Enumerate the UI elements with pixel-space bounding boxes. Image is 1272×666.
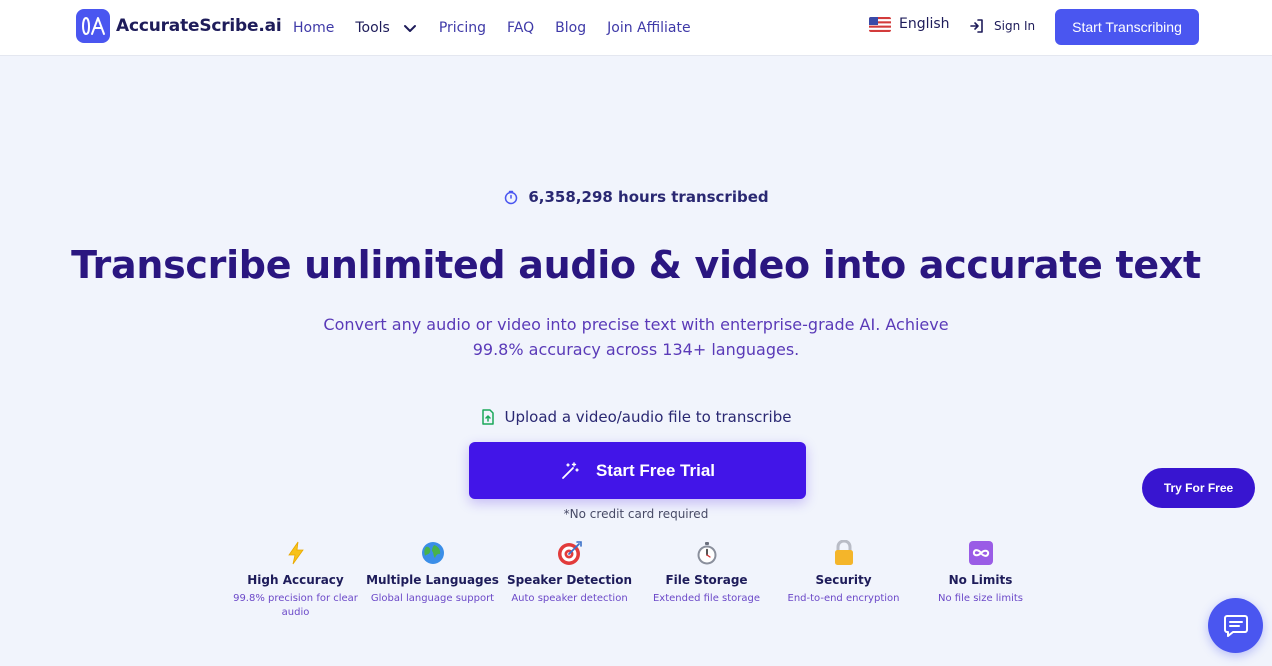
top-navbar: AccurateScribe.ai Home Tools Pricing FAQ… (0, 0, 1272, 56)
logo[interactable]: AccurateScribe.ai (76, 9, 282, 43)
nav-link-faq[interactable]: FAQ (507, 20, 534, 36)
feature-desc: No file size limits (938, 593, 1023, 604)
feature-high-accuracy: High Accuracy 99.8% precision for clear … (227, 540, 364, 620)
nav-link-tools-label: Tools (355, 20, 390, 36)
feature-title: File Storage (665, 573, 748, 587)
sign-in-label: Sign In (994, 19, 1036, 33)
logo-badge-icon (76, 9, 110, 43)
hours-transcribed-counter: 6,358,298 hours transcribed (0, 188, 1272, 206)
nav-link-affiliate[interactable]: Join Affiliate (607, 20, 690, 36)
feature-desc: End-to-end encryption (787, 593, 900, 604)
chevron-down-icon (403, 25, 416, 32)
language-label: English (899, 16, 950, 32)
start-free-trial-button[interactable]: Start Free Trial (469, 442, 806, 499)
start-free-trial-label: Start Free Trial (595, 460, 716, 480)
language-selector[interactable]: English (869, 16, 950, 32)
nav-link-tools[interactable]: Tools (355, 20, 418, 36)
feature-security: Security End-to-end encryption (775, 540, 912, 620)
globe-icon (420, 540, 446, 566)
no-credit-card-note: *No credit card required (563, 507, 709, 521)
upload-prompt[interactable]: Upload a video/audio file to transcribe (0, 408, 1272, 426)
file-upload-icon (481, 409, 494, 425)
feature-multiple-languages: Multiple Languages Global language suppo… (364, 540, 501, 620)
feature-title: Security (815, 573, 872, 587)
target-icon (557, 540, 583, 566)
try-for-free-button[interactable]: Try For Free (1142, 468, 1255, 508)
infinity-icon (968, 540, 994, 566)
page-title: Transcribe unlimited audio & video into … (71, 243, 1201, 287)
nav-link-pricing[interactable]: Pricing (439, 20, 486, 36)
lightning-icon (283, 540, 309, 566)
counter-text: 6,358,298 hours transcribed (528, 188, 769, 206)
nav-link-blog[interactable]: Blog (555, 20, 586, 36)
feature-file-storage: File Storage Extended file storage (638, 540, 775, 620)
feature-title: Speaker Detection (506, 573, 633, 587)
start-transcribing-button[interactable]: Start Transcribing (1055, 9, 1199, 45)
feature-title: No Limits (948, 573, 1013, 587)
feature-desc: Auto speaker detection (511, 593, 628, 604)
feature-list: High Accuracy 99.8% precision for clear … (227, 540, 1049, 620)
upload-label: Upload a video/audio file to transcribe (504, 408, 792, 426)
magic-wand-icon (562, 461, 579, 479)
feature-title: Multiple Languages (366, 573, 499, 587)
feature-desc: Extended file storage (652, 593, 761, 604)
timer-icon (505, 190, 518, 205)
sign-in-icon (970, 19, 983, 33)
logo-text: AccurateScribe.ai (116, 16, 282, 36)
hero-subtitle: Convert any audio or video into precise … (323, 315, 949, 359)
chat-widget-button[interactable] (1208, 598, 1263, 653)
sign-in-link[interactable]: Sign In (968, 17, 1035, 35)
feature-title: High Accuracy (247, 573, 344, 587)
feature-no-limits: No Limits No file size limits (912, 540, 1049, 620)
stopwatch-icon (694, 540, 720, 566)
us-flag-icon (869, 16, 891, 32)
chat-bubble-icon (1223, 614, 1248, 637)
nav-link-home[interactable]: Home (293, 20, 334, 36)
feature-desc: 99.8% precision for clear audio (233, 593, 358, 618)
feature-speaker-detection: Speaker Detection Auto speaker detection (501, 540, 638, 620)
nav-links: Home Tools Pricing FAQ Blog Join Affilia… (293, 0, 712, 56)
feature-desc: Global language support (370, 593, 495, 604)
lock-icon (831, 540, 857, 566)
